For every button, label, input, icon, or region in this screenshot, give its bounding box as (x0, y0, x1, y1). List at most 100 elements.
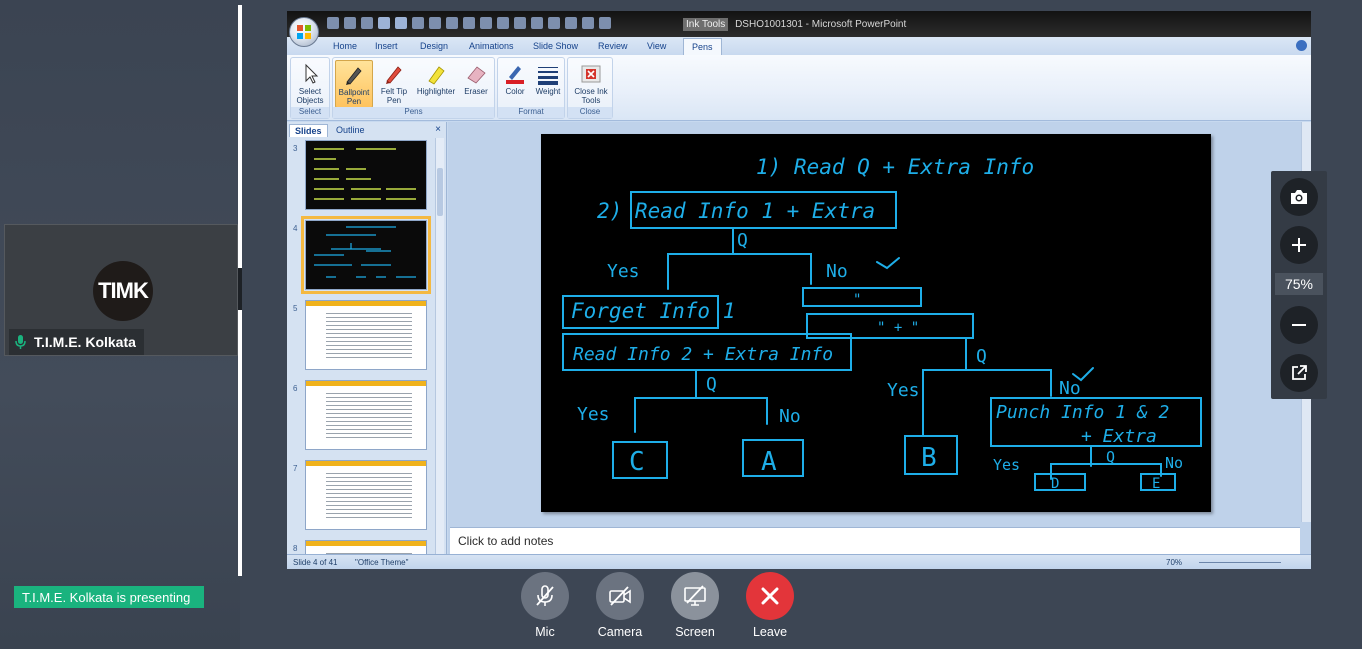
external-link-icon (1292, 365, 1307, 380)
color-button[interactable]: Color (498, 60, 532, 108)
ink-text: No (1165, 454, 1183, 472)
slides-pane: Slides Outline × 3 4 5 6 7 8 (287, 122, 447, 555)
zoom-slider[interactable] (1199, 562, 1281, 563)
slide-thumbnail[interactable] (305, 380, 427, 450)
close-ink-tools-button[interactable]: Close Ink Tools (570, 60, 612, 108)
tab-pens[interactable]: Pens (683, 38, 722, 55)
theme-name: "Office Theme" (355, 558, 409, 567)
help-icon[interactable] (1296, 40, 1307, 51)
ink-text: No (826, 261, 848, 282)
pop-out-button[interactable] (1280, 354, 1318, 392)
divider-handle[interactable] (238, 268, 242, 310)
tab-insert[interactable]: Insert (375, 41, 398, 51)
tab-animations[interactable]: Animations (469, 41, 514, 51)
ink-text: Yes (577, 404, 610, 425)
zoom-in-button[interactable] (1280, 226, 1318, 264)
current-slide[interactable]: 1) Read Q + Extra Info 2) Read Info 1 + … (541, 134, 1211, 512)
participant-tile[interactable]: TIMK T.I.M.E. Kolkata (4, 224, 238, 356)
scrollbar-thumb[interactable] (437, 168, 443, 216)
copy-icon[interactable] (582, 17, 594, 29)
leave-label: Leave (752, 625, 788, 639)
ink-text: + Extra (1081, 426, 1157, 447)
color-label: Color (505, 87, 525, 96)
office-button[interactable] (289, 17, 319, 47)
highlighter-label: Highlighter (416, 87, 456, 96)
screen-share-off-icon (684, 585, 706, 606)
zoom-out-button[interactable] (1280, 306, 1318, 344)
ink-text: Yes (887, 380, 920, 401)
thumb-number: 4 (293, 224, 298, 233)
slide-thumbnail[interactable] (305, 300, 427, 370)
tab-design[interactable]: Design (420, 41, 448, 51)
camera-button[interactable] (596, 572, 644, 620)
eraser-button[interactable]: Eraser (457, 60, 495, 108)
slide-thumbnail[interactable] (305, 540, 427, 555)
tab-view[interactable]: View (647, 41, 666, 51)
select-objects-label: Select Objects (296, 87, 324, 105)
shapes-icon[interactable] (463, 17, 475, 29)
edit-icon[interactable] (412, 17, 424, 29)
avatar: TIMK (93, 261, 153, 321)
ballpoint-pen-button[interactable]: Ballpoint Pen (335, 60, 373, 108)
ink-text: 2) Read Info 1 + Extra (597, 199, 875, 223)
ribbon: Select Objects Select Ballpoint Pen Felt… (287, 55, 1311, 121)
mic-label: Mic (535, 625, 555, 639)
leave-control[interactable]: Leave (745, 572, 795, 639)
pointer-icon[interactable] (378, 17, 390, 29)
ink-text: Yes (607, 261, 640, 282)
tab-slides[interactable]: Slides (289, 124, 328, 137)
screen-control[interactable]: Screen (670, 572, 720, 639)
chart-icon[interactable] (514, 17, 526, 29)
tab-home[interactable]: Home (333, 41, 357, 51)
close-icon (581, 65, 601, 83)
select-objects-button[interactable]: Select Objects (291, 60, 329, 108)
tab-slide-show[interactable]: Slide Show (533, 41, 578, 51)
diagram-icon[interactable] (531, 17, 543, 29)
save-icon[interactable] (327, 17, 339, 29)
slide-thumbnails: 3 4 5 6 7 8 (287, 138, 435, 555)
open-folder-icon[interactable] (480, 17, 492, 29)
tab-review[interactable]: Review (598, 41, 628, 51)
undo-icon[interactable] (344, 17, 356, 29)
screen-label: Screen (675, 625, 715, 639)
screen-button[interactable] (671, 572, 719, 620)
thumb-number: 7 (293, 464, 298, 473)
highlighter-button[interactable]: Highlighter (413, 60, 459, 108)
layout-icon[interactable] (565, 17, 577, 29)
slide-thumbnail[interactable] (305, 460, 427, 530)
pen-icon[interactable] (395, 17, 407, 29)
eraser-icon (467, 66, 486, 84)
print-icon[interactable] (497, 17, 509, 29)
ppt-titlebar: Ink Tools DSHO1001301 - Microsoft PowerP… (287, 11, 1311, 37)
snapshot-button[interactable] (1280, 178, 1318, 216)
close-pane-icon[interactable]: × (435, 124, 441, 135)
slide-editing-area: 1) Read Q + Extra Info 2) Read Info 1 + … (448, 122, 1311, 555)
weight-button[interactable]: Weight (531, 60, 565, 108)
mic-control[interactable]: Mic (520, 572, 570, 639)
ink-text: Forget Info 1 (571, 299, 735, 323)
ink-text: Read Info 2 + Extra Info (573, 344, 833, 365)
mic-button[interactable] (521, 572, 569, 620)
ink-text: B (921, 443, 937, 473)
slide-counter: Slide 4 of 41 (293, 558, 338, 567)
group-select: Select Objects Select (290, 57, 330, 119)
ink-text: Yes (993, 456, 1020, 474)
paste-icon[interactable] (599, 17, 611, 29)
textbox-icon[interactable] (548, 17, 560, 29)
thumb-number: 6 (293, 384, 298, 393)
redo-icon[interactable] (361, 17, 373, 29)
zoom-level[interactable]: 70% (1166, 558, 1182, 567)
ink-text: C (629, 447, 645, 477)
status-bar: Slide 4 of 41 "Office Theme" 70% (287, 554, 1311, 569)
camera-control[interactable]: Camera (595, 572, 645, 639)
table-icon[interactable] (446, 17, 458, 29)
weight-label: Weight (535, 87, 561, 96)
slide-thumbnail[interactable] (305, 140, 427, 210)
tab-outline[interactable]: Outline (331, 124, 370, 136)
leave-button[interactable] (746, 572, 794, 620)
notes-pane[interactable]: Click to add notes (450, 527, 1300, 554)
slide-thumbnail-selected[interactable] (301, 216, 431, 294)
felt-tip-pen-button[interactable]: Felt Tip Pen (375, 60, 413, 108)
thumbnails-scrollbar[interactable] (435, 138, 444, 555)
image-icon[interactable] (429, 17, 441, 29)
